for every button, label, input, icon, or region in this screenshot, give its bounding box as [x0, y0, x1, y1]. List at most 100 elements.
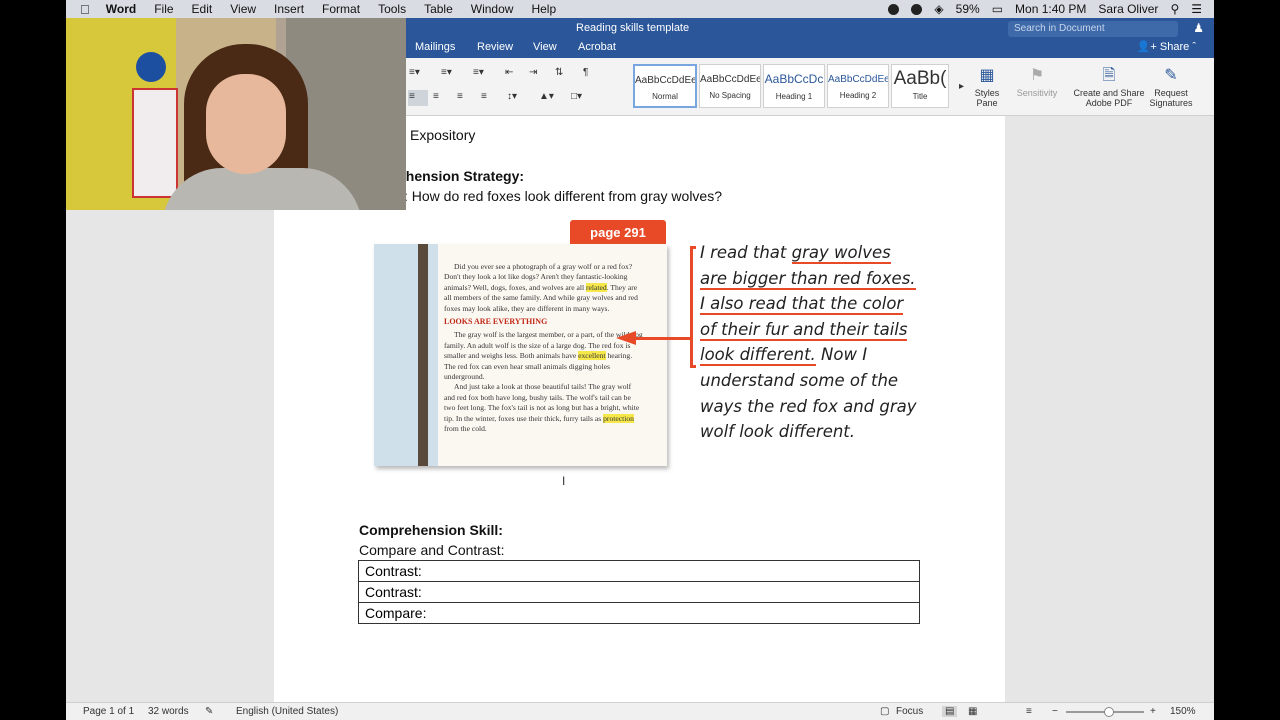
note-line: understand some of the: [700, 370, 899, 390]
menu-help[interactable]: Help: [531, 2, 556, 16]
sensitivity-button[interactable]: ⚑ Sensitivity: [1012, 64, 1062, 98]
battery-percent[interactable]: 59%: [956, 2, 980, 16]
numbering-icon[interactable]: ≡▾: [440, 66, 468, 82]
focus-icon[interactable]: ▢: [880, 706, 889, 717]
focus-button[interactable]: Focus: [896, 706, 923, 717]
borders-icon[interactable]: □▾: [570, 90, 598, 106]
styles-pane-icon: ▦: [979, 67, 995, 84]
align-right-icon[interactable]: ≡: [456, 90, 476, 106]
style-preview: AaBbCcDdEe: [828, 74, 888, 85]
spotlight-search-icon[interactable]: ⚲: [1170, 2, 1179, 16]
table-cell[interactable]: Contrast:: [358, 560, 920, 582]
styles-pane-button[interactable]: ▦ Styles Pane: [970, 64, 1004, 108]
status-bar: Page 1 of 1 32 words ✎ English (United S…: [66, 702, 1214, 720]
note-bracket: [690, 246, 696, 368]
notification-center-icon[interactable]: ☰: [1191, 2, 1202, 16]
outline-view-icon[interactable]: ≡: [1026, 706, 1032, 717]
justify-icon[interactable]: ≡: [480, 90, 500, 106]
decrease-indent-icon[interactable]: ⇤: [504, 66, 524, 82]
note-line: wolf look different.: [700, 422, 856, 442]
style-heading-2[interactable]: AaBbCcDdEe Heading 2: [827, 64, 889, 108]
pdf-icon: 🗎: [1102, 67, 1116, 84]
menu-tools[interactable]: Tools: [378, 2, 406, 16]
bullets-icon[interactable]: ≡▾: [408, 66, 436, 82]
zoom-out-icon[interactable]: −: [1052, 706, 1058, 717]
tab-acrobat[interactable]: Acrobat: [578, 41, 616, 53]
request-signatures-button[interactable]: ✎ Request Signatures: [1146, 64, 1196, 108]
skill-subheading: Compare and Contrast:: [359, 542, 505, 558]
pointer-arrow-line: [634, 337, 690, 340]
tab-review[interactable]: Review: [477, 41, 513, 53]
tab-mailings[interactable]: Mailings: [415, 41, 455, 53]
zoom-slider-handle[interactable]: [1104, 707, 1114, 717]
table-cell[interactable]: Compare:: [358, 602, 920, 624]
share-button[interactable]: 👤+ Share ˆ: [1137, 40, 1196, 53]
style-name: Heading 2: [839, 91, 877, 100]
note-text: I read that: [700, 243, 792, 262]
note-line: look different. Now I: [700, 342, 920, 368]
note-line: of their fur and their tails: [700, 317, 920, 343]
word-count[interactable]: 32 words: [148, 706, 189, 717]
webcam-poster: [132, 88, 178, 198]
compare-contrast-table: Contrast: Contrast: Compare:: [358, 560, 920, 624]
search-in-document-input[interactable]: Search in Document: [1008, 21, 1178, 37]
menu-table[interactable]: Table: [424, 2, 453, 16]
menubar-clock[interactable]: Mon 1:40 PM: [1015, 2, 1086, 16]
align-left-icon[interactable]: ≡: [408, 90, 428, 106]
multilevel-list-icon[interactable]: ≡▾: [472, 66, 500, 82]
line-spacing-icon[interactable]: ↕▾: [506, 90, 534, 106]
page-count[interactable]: Page 1 of 1: [83, 706, 134, 717]
style-title[interactable]: AaBb( Title: [891, 64, 949, 108]
note-line: I read that gray wolves: [700, 240, 920, 266]
note-text: Now I: [815, 345, 868, 365]
menubar-user[interactable]: Sara Oliver: [1098, 2, 1158, 16]
proofing-icon[interactable]: ✎: [205, 706, 213, 717]
menu-edit[interactable]: Edit: [192, 2, 213, 16]
menu-view[interactable]: View: [230, 2, 256, 16]
print-layout-icon[interactable]: ▤: [942, 706, 958, 717]
skill-heading: Comprehension Skill:: [359, 522, 503, 538]
shading-icon[interactable]: ▲▾: [538, 90, 566, 106]
style-preview: AaBb(: [893, 68, 947, 89]
table-cell[interactable]: Contrast:: [358, 581, 920, 603]
zoom-in-icon[interactable]: +: [1150, 706, 1156, 717]
strategy-heading: ehension Strategy:: [398, 168, 525, 184]
menu-word[interactable]: Word: [106, 2, 136, 16]
zoom-level[interactable]: 150%: [1170, 706, 1196, 717]
web-layout-icon[interactable]: ▦: [968, 706, 977, 717]
show-formatting-icon[interactable]: ¶: [582, 66, 602, 82]
menu-bar:  Word File Edit View Insert Format Tool…: [66, 0, 1214, 18]
book-page-photo: [374, 244, 438, 466]
status-app-icon[interactable]: [911, 3, 923, 15]
book-page-image: Did you ever see a photograph of a gray …: [374, 244, 667, 466]
style-heading-1[interactable]: AaBbCcDc Heading 1: [763, 64, 825, 108]
word-window:  Word File Edit View Insert Format Tool…: [66, 0, 1214, 720]
menu-insert[interactable]: Insert: [274, 2, 304, 16]
increase-indent-icon[interactable]: ⇥: [528, 66, 548, 82]
language[interactable]: English (United States): [236, 706, 338, 717]
wifi-icon[interactable]: ◈: [934, 2, 943, 16]
create-share-pdf-button[interactable]: 🗎 Create and Share Adobe PDF: [1072, 64, 1146, 108]
menu-window[interactable]: Window: [471, 2, 514, 16]
sort-icon[interactable]: ⇅: [554, 66, 574, 82]
request-signatures-label: Request Signatures: [1149, 88, 1193, 108]
style-no-spacing[interactable]: AaBbCcDdEe No Spacing: [699, 64, 761, 108]
text-cursor-icon: I: [562, 474, 566, 488]
menu-file[interactable]: File: [154, 2, 173, 16]
underlined-text: look different.: [700, 345, 816, 367]
underlined-text: are bigger than red foxes.: [700, 268, 916, 290]
battery-icon[interactable]: ▭: [992, 2, 1003, 16]
profile-icon[interactable]: ♟: [1193, 21, 1204, 35]
book-section-heading: LOOKS ARE EVERYTHING: [444, 317, 548, 327]
status-app-icon[interactable]: [888, 3, 900, 15]
underlined-text: of their fur and their tails: [700, 319, 908, 341]
pointer-arrow-icon: [616, 331, 636, 345]
align-center-icon[interactable]: ≡: [432, 90, 452, 106]
menu-format[interactable]: Format: [322, 2, 360, 16]
tab-view[interactable]: View: [533, 41, 557, 53]
styles-more-icon[interactable]: ▸: [958, 80, 968, 96]
apple-menu-icon[interactable]: : [80, 2, 90, 17]
style-name: No Spacing: [709, 91, 751, 100]
style-normal[interactable]: AaBbCcDdEe Normal: [633, 64, 697, 108]
highlighted-word: related: [586, 282, 607, 292]
